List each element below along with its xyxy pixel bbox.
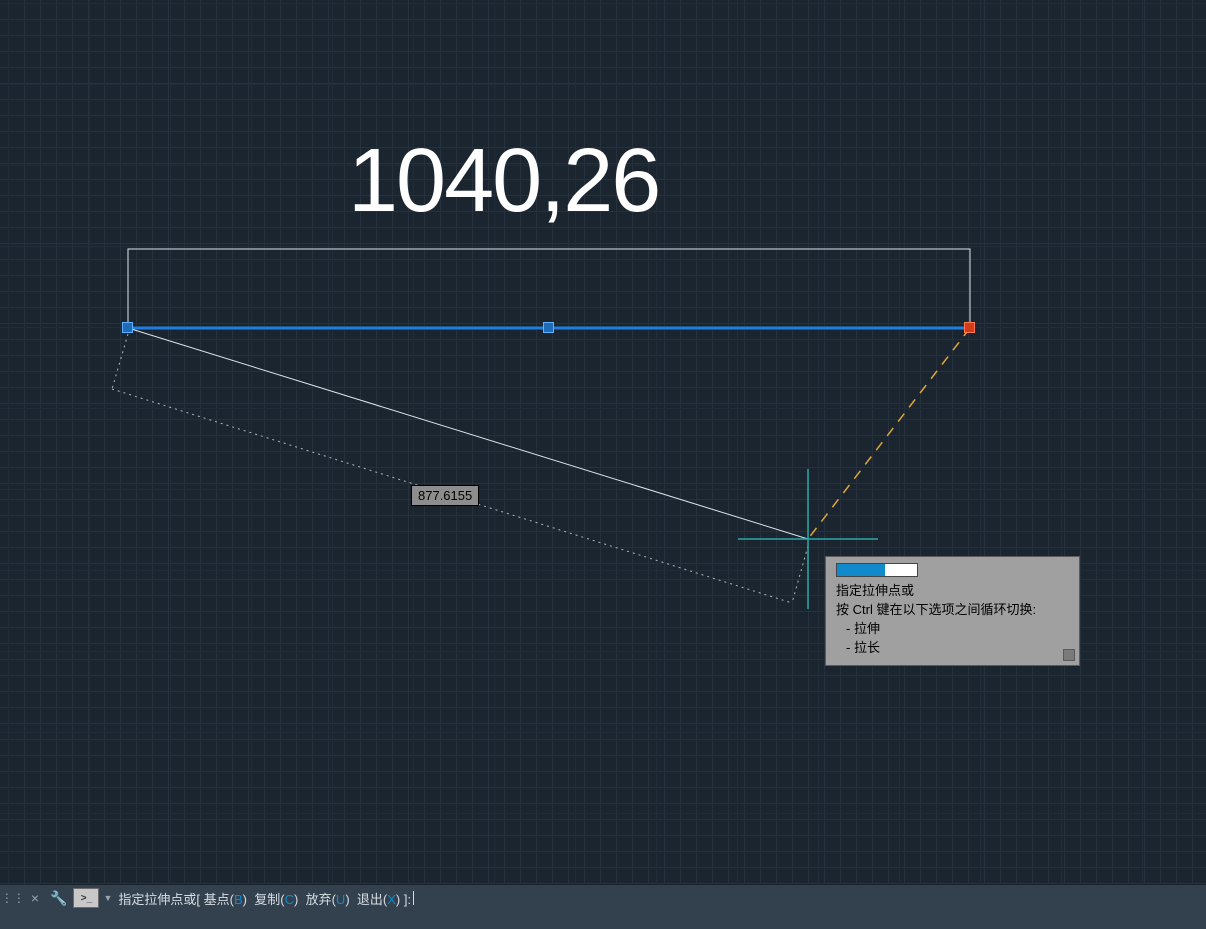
dynamic-input-tooltip: 指定拉伸点或 按 Ctrl 键在以下选项之间循环切换: - 拉伸 - 拉长 [825,556,1080,666]
tooltip-resize-icon [1063,649,1075,661]
command-options: [ 基点(B) 复制(C) 放弃(U) 退出(X) ]: [196,889,411,908]
dynamic-input-field[interactable] [836,563,918,577]
dynamic-dimension-box: 877.6155 [411,485,479,506]
command-option-copy[interactable]: 复制(C) [254,892,298,907]
command-bar[interactable]: 🔧 >_ ▼ 指定拉伸点或 [ 基点(B) 复制(C) 放弃(U) 退出(X) … [40,884,1206,911]
commandbar-left-controls: ⋮⋮ × [0,885,40,911]
command-option-undo[interactable]: 放弃(U) [306,892,350,907]
customize-icon[interactable]: 🔧 [50,890,67,907]
tooltip-line2: 按 Ctrl 键在以下选项之间循环切换: [836,600,1069,619]
chevron-down-icon[interactable]: ▼ [103,893,112,903]
drawing-canvas[interactable]: 1040,26 877.6155 指定拉伸点或 按 Ctrl 键在以下选项之间循… [0,0,1206,929]
tooltip-option-lengthen[interactable]: - 拉长 [836,638,1069,657]
tooltip-line1: 指定拉伸点或 [836,581,1069,600]
command-option-base[interactable]: 基点(B) [204,892,247,907]
command-prompt-text: 指定拉伸点或 [118,889,196,908]
grip-endpoint-right-active[interactable] [964,322,975,333]
dimension-text: 1040,26 [348,130,659,233]
grip-endpoint-left[interactable] [122,322,133,333]
pin-icon[interactable]: ⋮⋮ [1,891,25,905]
tooltip-option-stretch[interactable]: - 拉伸 [836,619,1069,638]
command-option-exit[interactable]: 退出(X) [357,892,400,907]
status-bar [0,911,1206,929]
commandline-icon[interactable]: >_ [73,888,99,908]
grip-midpoint[interactable] [543,322,554,333]
text-cursor [413,891,414,905]
close-icon[interactable]: × [31,890,39,906]
